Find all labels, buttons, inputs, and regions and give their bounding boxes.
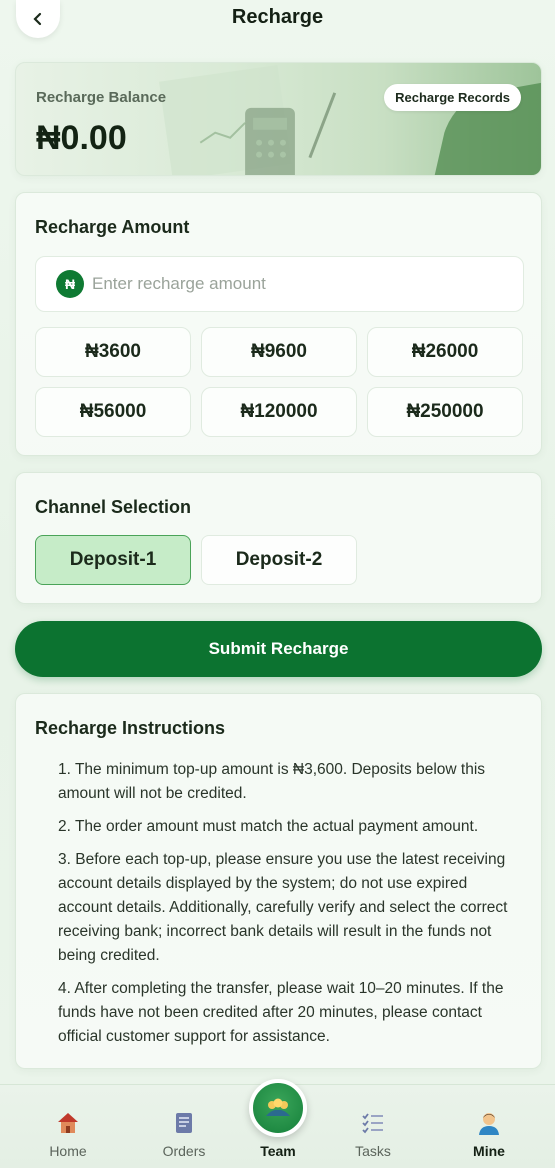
- balance-card: Recharge Balance ₦0.00 Recharge Records: [15, 62, 542, 176]
- tasks-icon: [362, 1113, 383, 1134]
- channel-options: Deposit-1 Deposit-2: [35, 535, 357, 585]
- instruction-item: 1. The minimum top-up amount is ₦3,600. …: [58, 761, 486, 802]
- preset-amount-button[interactable]: ₦26000: [367, 327, 523, 377]
- nav-label-home: Home: [49, 1143, 87, 1159]
- nav-label-team: Team: [260, 1143, 296, 1159]
- channel-selection-card: Channel Selection Deposit-1 Deposit-2: [15, 472, 542, 604]
- instructions-title: Recharge Instructions: [35, 718, 226, 738]
- balance-label: Recharge Balance: [36, 89, 167, 106]
- preset-amount-button[interactable]: ₦120000: [201, 387, 357, 437]
- naira-icon: ₦: [56, 270, 84, 298]
- nav-label-mine: Mine: [473, 1143, 505, 1159]
- instructions-card: Recharge Instructions 1. The minimum top…: [15, 693, 542, 1069]
- instructions-list: 1. The minimum top-up amount is ₦3,600. …: [58, 758, 518, 1058]
- channel-option-deposit-2[interactable]: Deposit-2: [201, 535, 357, 585]
- top-bar: Recharge: [0, 0, 555, 38]
- nav-item-home[interactable]: Home: [23, 1085, 113, 1168]
- nav-label-tasks: Tasks: [355, 1143, 391, 1159]
- instruction-item: 4. After completing the transfer, please…: [58, 980, 504, 1045]
- nav-item-orders[interactable]: Orders: [139, 1085, 229, 1168]
- page-title: Recharge: [231, 6, 324, 28]
- nav-item-mine[interactable]: Mine: [444, 1085, 534, 1168]
- instruction-item: 2. The order amount must match the actua…: [58, 818, 479, 835]
- recharge-amount-title: Recharge Amount: [35, 217, 190, 237]
- nav-item-team[interactable]: Team: [233, 1079, 323, 1168]
- nav-label-orders: Orders: [162, 1143, 206, 1159]
- instruction-item: 3. Before each top-up, please ensure you…: [58, 851, 508, 964]
- user-icon: [479, 1113, 499, 1135]
- bottom-navigation: Home Orders Team Tasks Mine: [0, 1079, 555, 1168]
- channel-selection-title: Channel Selection: [35, 497, 192, 517]
- preset-amounts: ₦3600 ₦9600 ₦26000 ₦56000 ₦120000 ₦25000…: [35, 327, 524, 437]
- submit-recharge-button[interactable]: Submit Recharge: [15, 621, 542, 677]
- home-icon: [58, 1113, 78, 1133]
- nav-item-tasks[interactable]: Tasks: [328, 1085, 418, 1168]
- amount-input-wrapper[interactable]: ₦: [35, 256, 524, 312]
- channel-option-deposit-1[interactable]: Deposit-1: [35, 535, 191, 585]
- preset-amount-button[interactable]: ₦56000: [35, 387, 191, 437]
- recharge-amount-card: Recharge Amount ₦ ₦3600 ₦9600 ₦26000 ₦56…: [15, 192, 542, 456]
- balance-value: ₦0.00: [36, 119, 127, 157]
- preset-amount-button[interactable]: ₦3600: [35, 327, 191, 377]
- orders-icon: [176, 1113, 192, 1133]
- amount-input[interactable]: [92, 274, 492, 294]
- team-icon: [249, 1079, 307, 1137]
- preset-amount-button[interactable]: ₦9600: [201, 327, 357, 377]
- recharge-records-button[interactable]: Recharge Records: [384, 84, 521, 111]
- preset-amount-button[interactable]: ₦250000: [367, 387, 523, 437]
